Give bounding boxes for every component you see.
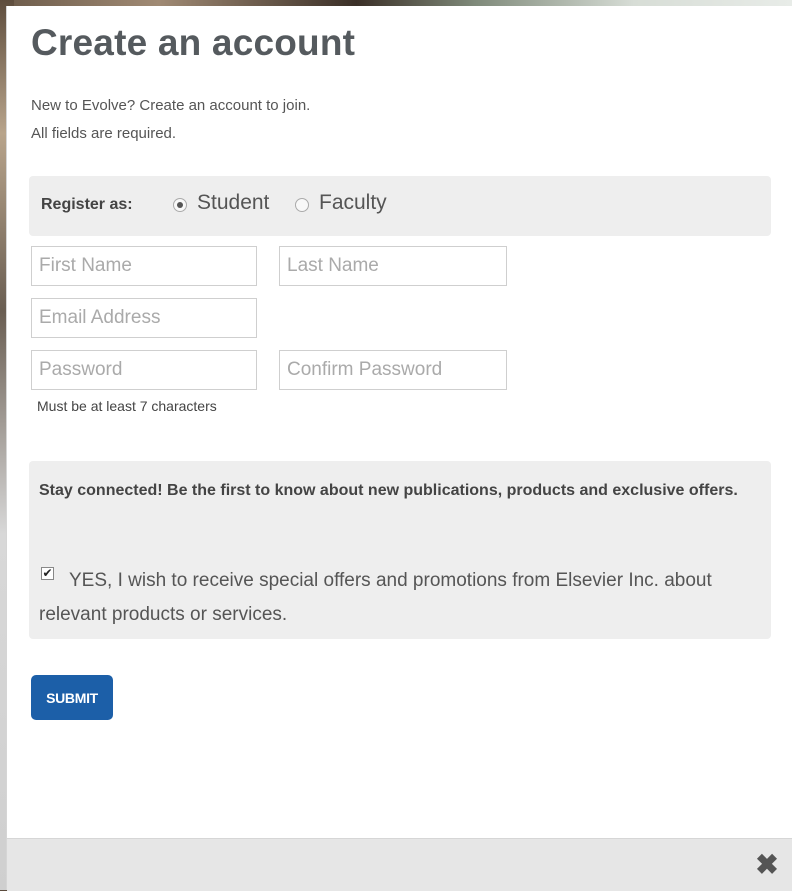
password-hint: Must be at least 7 characters [37, 398, 217, 414]
student-radio[interactable] [173, 198, 187, 212]
consent-label[interactable]: YES, I wish to receive special offers an… [39, 564, 765, 632]
stay-connected-heading: Stay connected! Be the first to know abo… [39, 482, 738, 499]
last-name-input[interactable] [279, 246, 507, 286]
submit-button[interactable]: SUBMIT [31, 675, 113, 720]
intro-line-2: All fields are required. [31, 125, 177, 142]
register-as-panel: Register as: Student Faculty [29, 176, 771, 236]
email-input[interactable] [31, 298, 257, 338]
dialog-footer: ✖ [7, 838, 792, 891]
stay-connected-panel: Stay connected! Be the first to know abo… [29, 461, 771, 639]
close-icon[interactable]: ✖ [751, 849, 783, 881]
faculty-radio[interactable] [295, 198, 309, 212]
dialog-title: Create an account [31, 22, 356, 63]
register-as-label: Register as: [41, 196, 133, 213]
intro-line-1: New to Evolve? Create an account to join… [31, 97, 311, 114]
faculty-radio-label[interactable]: Faculty [319, 191, 387, 215]
create-account-dialog: Create an account New to Evolve? Create … [6, 6, 792, 891]
dialog-intro: New to Evolve? Create an account to join… [31, 92, 310, 148]
confirm-password-input[interactable] [279, 350, 507, 390]
password-input[interactable] [31, 350, 257, 390]
first-name-input[interactable] [31, 246, 257, 286]
student-radio-label[interactable]: Student [197, 191, 269, 215]
